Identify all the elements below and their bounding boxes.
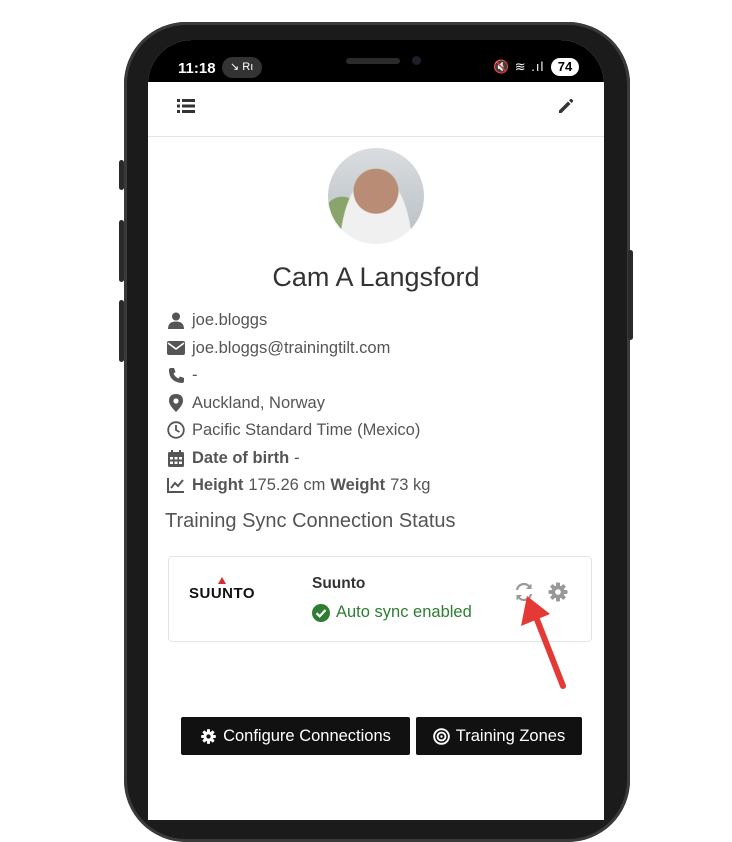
annotation-arrow: [521, 596, 566, 689]
